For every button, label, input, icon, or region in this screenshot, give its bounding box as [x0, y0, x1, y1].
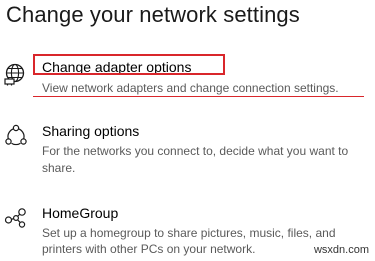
homegroup-icon [4, 206, 28, 230]
option-sharing[interactable]: Sharing options For the networks you con… [0, 118, 375, 178]
watermark: wsxdn.com [313, 244, 369, 256]
option-description: Set up a homegroup to share pictures, mu… [42, 226, 336, 240]
option-title[interactable]: Sharing options [42, 123, 139, 139]
page-title: Change your network settings [6, 2, 300, 27]
highlight-underline [33, 96, 364, 97]
sharing-icon [4, 124, 28, 148]
option-description-line2: printers with other PCs on your network. [42, 242, 256, 256]
option-title[interactable]: HomeGroup [42, 205, 118, 221]
option-description: View network adapters and change connect… [42, 81, 339, 95]
option-description: For the networks you connect to, decide … [42, 144, 349, 158]
option-title[interactable]: Change adapter options [42, 59, 191, 75]
globe-icon [4, 62, 28, 86]
option-change-adapter[interactable]: Change adapter options View network adap… [0, 52, 375, 102]
option-description-line2: share. [42, 161, 76, 175]
